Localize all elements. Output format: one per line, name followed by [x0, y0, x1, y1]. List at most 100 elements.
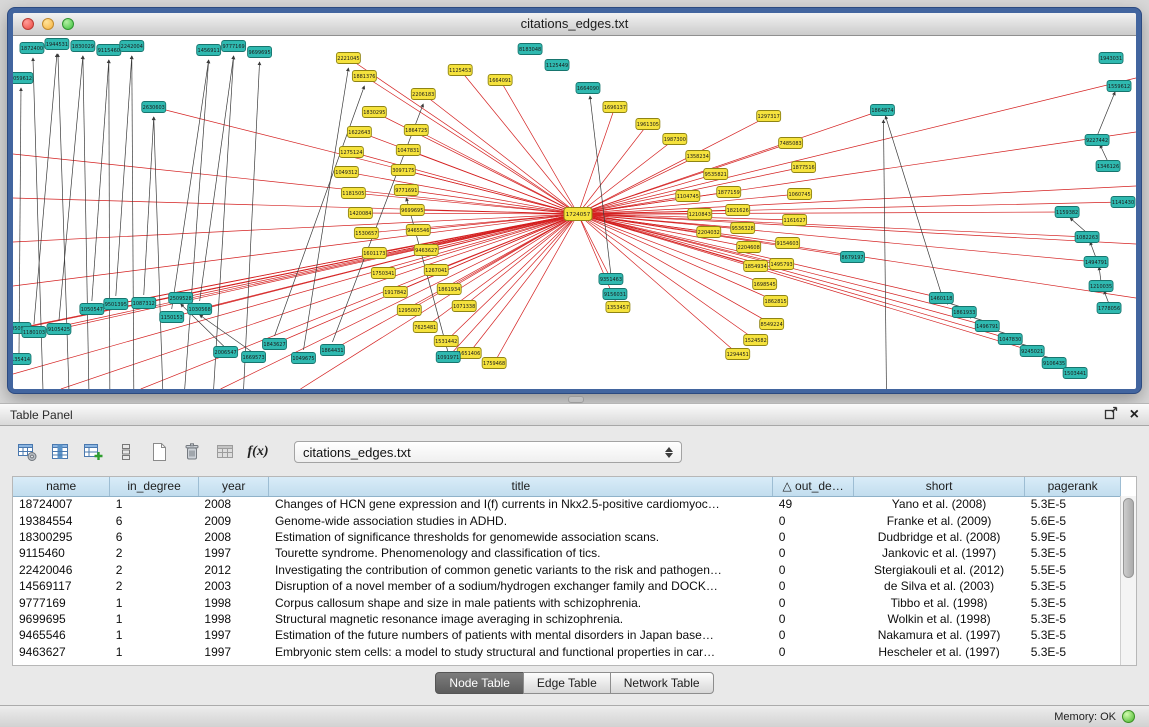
graph-node[interactable]: 9351463 — [599, 274, 623, 285]
close-panel-icon[interactable]: × — [1130, 408, 1139, 422]
cell-short[interactable]: Stergiakouli et al. (2012) — [853, 562, 1024, 578]
cell-short[interactable]: Jankovic et al. (1997) — [853, 545, 1024, 561]
cell-year[interactable]: 2008 — [198, 529, 269, 545]
float-panel-icon[interactable] — [1104, 406, 1118, 423]
network-canvas[interactable]: 2221045188137622061831830295162264312751… — [13, 36, 1136, 389]
graph-node[interactable]: 1346126 — [1096, 161, 1120, 172]
panel-resize-handle[interactable] — [568, 396, 584, 403]
graph-node[interactable]: 8679197 — [841, 252, 865, 263]
cell-title[interactable]: Embryonic stem cells: a model to study s… — [269, 644, 773, 660]
cell-short[interactable]: Franke et al. (2009) — [853, 512, 1024, 528]
cell-year[interactable]: 1998 — [198, 611, 269, 627]
row-height-icon[interactable] — [113, 439, 139, 465]
graph-node[interactable]: 1104745 — [676, 191, 700, 202]
graph-node[interactable]: 1944531 — [45, 39, 69, 50]
cell-out_degree[interactable]: 0 — [773, 578, 854, 594]
graph-node[interactable]: 1877159 — [717, 187, 741, 198]
graph-node[interactable]: 7485083 — [779, 138, 803, 149]
graph-node[interactable]: 1050547 — [80, 304, 104, 315]
graph-node[interactable]: 1180103 — [22, 327, 46, 338]
table-row[interactable]: 977716911998Corpus callosum shape and si… — [13, 594, 1121, 610]
cell-name[interactable]: 18724007 — [13, 496, 110, 512]
graph-node[interactable]: 1125453 — [448, 65, 472, 76]
tab-network-table[interactable]: Network Table — [610, 672, 714, 694]
cell-year[interactable]: 2012 — [198, 562, 269, 578]
table-row[interactable]: 1830029562008Estimation of significance … — [13, 529, 1121, 545]
cell-out_degree[interactable]: 0 — [773, 627, 854, 643]
graph-node[interactable]: 1961305 — [636, 119, 660, 130]
graph-node[interactable]: 7625481 — [413, 322, 437, 333]
zoom-window-button[interactable] — [62, 18, 74, 30]
graph-node[interactable]: 1049312 — [334, 167, 358, 178]
graph-node[interactable]: 1696137 — [603, 102, 627, 113]
graph-node[interactable]: 1750341 — [371, 268, 395, 279]
window-titlebar[interactable]: citations_edges.txt — [13, 13, 1136, 36]
graph-node[interactable]: 1047831 — [396, 145, 420, 156]
cell-title[interactable]: Estimation of significance thresholds fo… — [269, 529, 773, 545]
cell-in_degree[interactable]: 6 — [110, 512, 199, 528]
graph-node[interactable]: 1601173 — [362, 248, 386, 259]
graph-node[interactable]: 1267041 — [424, 265, 448, 276]
cell-in_degree[interactable]: 1 — [110, 644, 199, 660]
graph-node[interactable]: 1049675 — [292, 353, 316, 364]
graph-node[interactable]: 1496791 — [975, 321, 999, 332]
tab-edge-table[interactable]: Edge Table — [523, 672, 611, 694]
graph-node[interactable]: 1864874 — [870, 105, 894, 116]
cell-short[interactable]: Wolkin et al. (1998) — [853, 611, 1024, 627]
graph-node[interactable]: 9501395 — [104, 299, 128, 310]
graph-node[interactable]: 1150153 — [160, 312, 184, 323]
table-row[interactable]: 946362711997Embryonic stem cells: a mode… — [13, 644, 1121, 660]
graph-node[interactable]: 1060745 — [788, 189, 812, 200]
graph-node[interactable]: 1651406 — [457, 348, 481, 359]
graph-node[interactable]: 2221045 — [336, 53, 360, 64]
graph-node[interactable]: 1862815 — [764, 296, 788, 307]
cell-out_degree[interactable]: 0 — [773, 529, 854, 545]
network-window[interactable]: citations_edges.txt 2221045 1881376 220618… — [8, 8, 1141, 393]
graph-node[interactable]: 2206183 — [411, 89, 435, 100]
cell-name[interactable]: 9777169 — [13, 594, 110, 610]
cell-year[interactable]: 2009 — [198, 512, 269, 528]
select-columns-icon[interactable] — [47, 439, 73, 465]
graph-node[interactable]: 1664090 — [576, 83, 600, 94]
cell-in_degree[interactable]: 1 — [110, 627, 199, 643]
cell-in_degree[interactable]: 1 — [110, 594, 199, 610]
graph-node[interactable]: 2242004 — [120, 41, 144, 52]
cell-out_degree[interactable]: 0 — [773, 512, 854, 528]
graph-node[interactable]: 1872400 — [20, 43, 44, 54]
graph-node[interactable]: 1210035 — [1089, 281, 1113, 292]
graph-node[interactable]: 1294451 — [726, 349, 750, 360]
graph-node[interactable]: 1861934 — [437, 284, 461, 295]
graph-node[interactable]: 3097175 — [391, 165, 415, 176]
graph-node[interactable]: 1181505 — [341, 188, 365, 199]
graph-node[interactable]: 1877516 — [792, 162, 816, 173]
graph-node[interactable]: 2509528 — [169, 293, 193, 304]
cell-year[interactable]: 1997 — [198, 627, 269, 643]
cell-pagerank[interactable]: 5.3E-5 — [1025, 545, 1121, 561]
new-column-icon[interactable] — [146, 439, 172, 465]
graph-node[interactable]: 1358234 — [686, 151, 710, 162]
graph-node[interactable]: 1159382 — [1055, 207, 1079, 218]
graph-node[interactable]: 8549224 — [760, 319, 784, 330]
graph-node[interactable]: 9535821 — [704, 169, 728, 180]
cell-pagerank[interactable]: 5.3E-5 — [1025, 627, 1121, 643]
cell-year[interactable]: 1997 — [198, 545, 269, 561]
cell-title[interactable]: Investigating the contribution of common… — [269, 562, 773, 578]
graph-node[interactable]: 1559612 — [1107, 81, 1131, 92]
graph-node[interactable]: 1830295 — [362, 107, 386, 118]
delete-table-icon[interactable] — [212, 439, 238, 465]
cell-year[interactable]: 2003 — [198, 578, 269, 594]
graph-node[interactable]: 1503441 — [1063, 368, 1087, 379]
graph-node[interactable]: 9115460 — [97, 45, 121, 56]
column-header-out_degree[interactable]: △ out_de… — [773, 477, 854, 496]
graph-node[interactable]: 2006547 — [214, 347, 238, 358]
graph-node[interactable]: 1843627 — [263, 339, 287, 350]
graph-node[interactable]: 1669573 — [242, 352, 266, 363]
graph-node[interactable]: 1881376 — [352, 71, 376, 82]
cell-out_degree[interactable]: 0 — [773, 545, 854, 561]
column-header-pagerank[interactable]: pagerank — [1025, 477, 1121, 496]
graph-node[interactable]: 1495793 — [770, 259, 794, 270]
graph-node[interactable]: 1531442 — [434, 336, 458, 347]
graph-node[interactable]: 2204032 — [697, 227, 721, 238]
graph-node[interactable]: 1622643 — [347, 127, 371, 138]
cell-in_degree[interactable]: 1 — [110, 611, 199, 627]
